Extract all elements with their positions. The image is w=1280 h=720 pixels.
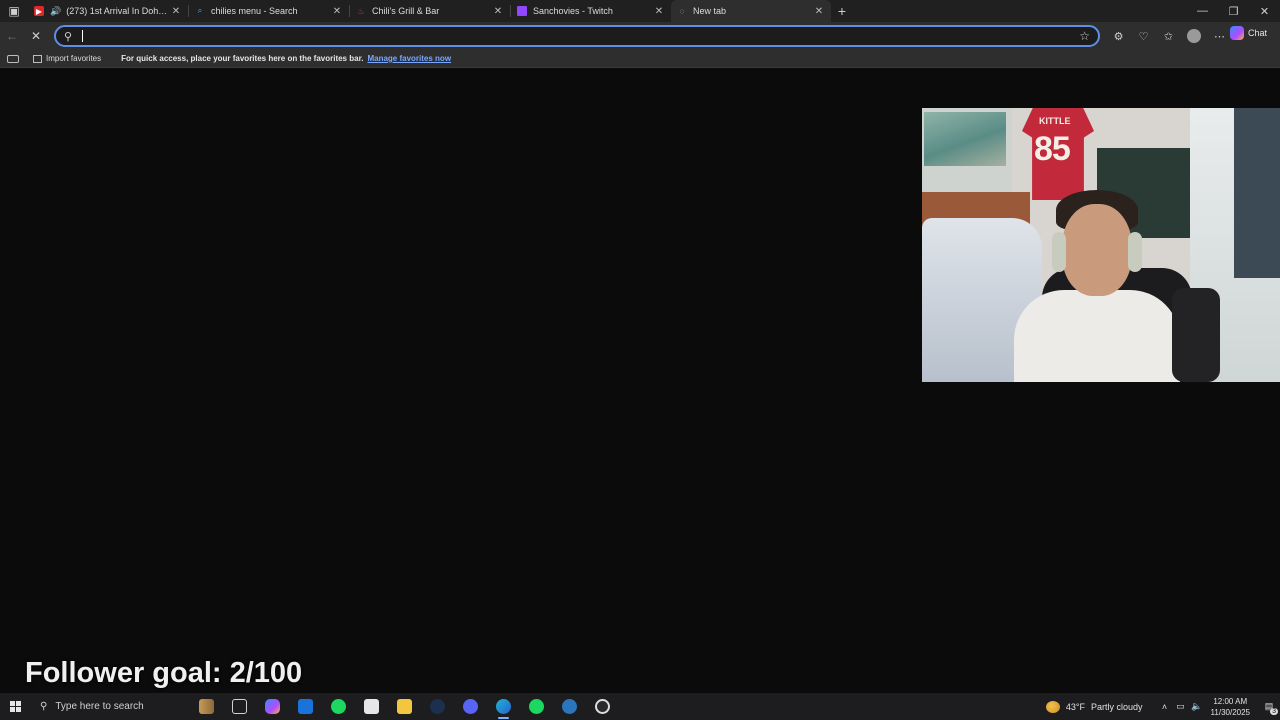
copilot-chat-button[interactable]: Chat [1230, 26, 1267, 40]
steam-icon[interactable] [421, 693, 454, 720]
loading-icon: ◌ [679, 6, 685, 16]
edge-icon[interactable] [487, 693, 520, 720]
new-tab-button[interactable]: + [831, 0, 853, 22]
address-input[interactable] [83, 30, 1080, 42]
profile-avatar[interactable] [1187, 29, 1201, 43]
close-icon[interactable]: ✕ [813, 6, 825, 17]
tab-new-tab[interactable]: ◌ New tab ✕ [671, 0, 831, 22]
notification-center-icon[interactable]: ▤ 3 [1258, 693, 1280, 720]
favorites-hint: For quick access, place your favorites h… [121, 54, 364, 63]
import-icon [33, 54, 42, 63]
search-icon: ⚲ [40, 701, 48, 712]
tab-title: New tab [693, 6, 727, 16]
taskbar-search[interactable]: ⚲ Type here to search [30, 693, 190, 720]
webcam-overlay: KITTLE 85 [922, 108, 1280, 382]
partly-cloudy-icon [1045, 700, 1060, 713]
chat-label: Chat [1248, 28, 1268, 38]
volume-icon[interactable]: 🔈 [1189, 701, 1205, 712]
window-frame [1234, 108, 1280, 278]
widgets-icon[interactable] [190, 693, 223, 720]
wave-poster [924, 112, 1006, 166]
tab-twitch[interactable]: Sanchovies - Twitch ✕ [511, 0, 671, 22]
tab-title: (273) 1st Arrival In Doha, Qa [66, 6, 170, 16]
search-icon: ⚲ [64, 30, 73, 43]
clock-date: 11/30/2025 [1210, 707, 1250, 717]
weather-temp: 43°F [1065, 701, 1086, 712]
favorite-star-icon[interactable]: ☆ [1079, 29, 1090, 43]
stop-loading-button[interactable]: ✕ [24, 24, 48, 48]
copilot-icon[interactable] [256, 693, 289, 720]
restore-button[interactable]: ❐ [1218, 0, 1249, 22]
import-favorites-label: Import favorites [46, 54, 102, 63]
twitch-icon [517, 6, 527, 16]
back-button[interactable]: ← [0, 24, 24, 48]
taskbar-search-placeholder: Type here to search [55, 701, 144, 712]
clock[interactable]: 12:00 AM 11/30/2025 [1211, 696, 1250, 718]
chevron-up-icon[interactable]: ˄ [1157, 702, 1173, 712]
microphone [1172, 288, 1220, 382]
follower-goal-overlay: Follower goal: 2/100 [25, 657, 303, 689]
screen: ▣ ▶ 🔊 (273) 1st Arrival In Doha, Qa ✕ ⌕ … [0, 0, 1280, 720]
network-icon[interactable]: ▭ [1173, 701, 1189, 712]
tab-chilis[interactable]: ♨ Chili's Grill & Bar ✕ [350, 0, 510, 22]
streamer-shirt [1014, 290, 1180, 382]
notification-badge: 3 [1270, 708, 1278, 715]
start-button[interactable] [0, 693, 30, 720]
close-icon[interactable]: ✕ [331, 6, 343, 17]
streamer-face [1062, 204, 1132, 296]
task-view-icon[interactable] [223, 693, 256, 720]
clock-time: 12:00 AM [1213, 696, 1248, 706]
tab-search[interactable]: ⌕ chilies menu - Search ✕ [189, 0, 349, 22]
outlook-icon[interactable] [289, 693, 322, 720]
favorites-icon[interactable]: ✩ [1156, 24, 1181, 48]
copilot-icon [1230, 26, 1244, 40]
close-window-button[interactable]: ✕ [1249, 0, 1280, 22]
extensions-icon[interactable]: ⚙ [1106, 24, 1131, 48]
store-icon[interactable] [355, 693, 388, 720]
jersey-number: 85 [1034, 130, 1071, 168]
windows-taskbar: ⚲ Type here to search 43°F Partly cloudy… [0, 693, 1280, 720]
address-bar[interactable]: ⚲ ☆ [54, 25, 1100, 47]
obs-icon[interactable] [586, 693, 619, 720]
spotify-icon[interactable] [322, 693, 355, 720]
system-tray: 43°F Partly cloudy ˄ ▭ 🔈 12:00 AM 11/30/… [1045, 693, 1280, 720]
tab-title: Sanchovies - Twitch [533, 6, 613, 16]
window-controls: — ❐ ✕ [1187, 0, 1280, 22]
chilis-icon: ♨ [357, 6, 365, 16]
headphone-right [1128, 232, 1142, 272]
sidebar-toggle-icon[interactable] [7, 54, 19, 63]
spotify-icon[interactable] [520, 693, 553, 720]
browser-toolbar: ← ✕ ⚲ ☆ ⚙ ♡ ✩ ⋯ Chat [0, 22, 1280, 50]
speaker-icon[interactable]: 🔊 [50, 6, 61, 17]
jersey-name: KITTLE [1039, 116, 1071, 126]
close-icon[interactable]: ✕ [653, 6, 665, 17]
manage-favorites-link[interactable]: Manage favorites now [367, 54, 451, 63]
weather-condition: Partly cloudy [1091, 701, 1143, 712]
tab-title: chilies menu - Search [211, 6, 298, 16]
tab-actions-icon[interactable]: ▣ [0, 0, 28, 22]
file-explorer-icon[interactable] [388, 693, 421, 720]
import-favorites-button[interactable]: Import favorites [33, 54, 101, 63]
close-icon[interactable]: ✕ [492, 6, 504, 17]
search-icon: ⌕ [197, 6, 203, 15]
minimize-button[interactable]: — [1187, 0, 1218, 22]
toolbar-icons: ⚙ ♡ ✩ ⋯ [1106, 24, 1232, 48]
favorites-bar: Import favorites For quick access, place… [0, 50, 1280, 68]
more-menu-icon[interactable]: ⋯ [1207, 24, 1232, 48]
tab-title: Chili's Grill & Bar [372, 6, 440, 16]
discord-icon[interactable] [454, 693, 487, 720]
windows-logo-icon [9, 701, 21, 712]
headphone-left [1052, 232, 1066, 272]
weather-widget[interactable]: 43°F Partly cloudy [1045, 700, 1143, 713]
steam-icon[interactable] [553, 693, 586, 720]
close-icon[interactable]: ✕ [170, 6, 182, 17]
tab-youtube[interactable]: ▶ 🔊 (273) 1st Arrival In Doha, Qa ✕ [28, 0, 188, 22]
browser-essentials-icon[interactable]: ♡ [1131, 24, 1156, 48]
youtube-icon: ▶ [34, 6, 44, 16]
tab-strip: ▣ ▶ 🔊 (273) 1st Arrival In Doha, Qa ✕ ⌕ … [0, 0, 1280, 22]
